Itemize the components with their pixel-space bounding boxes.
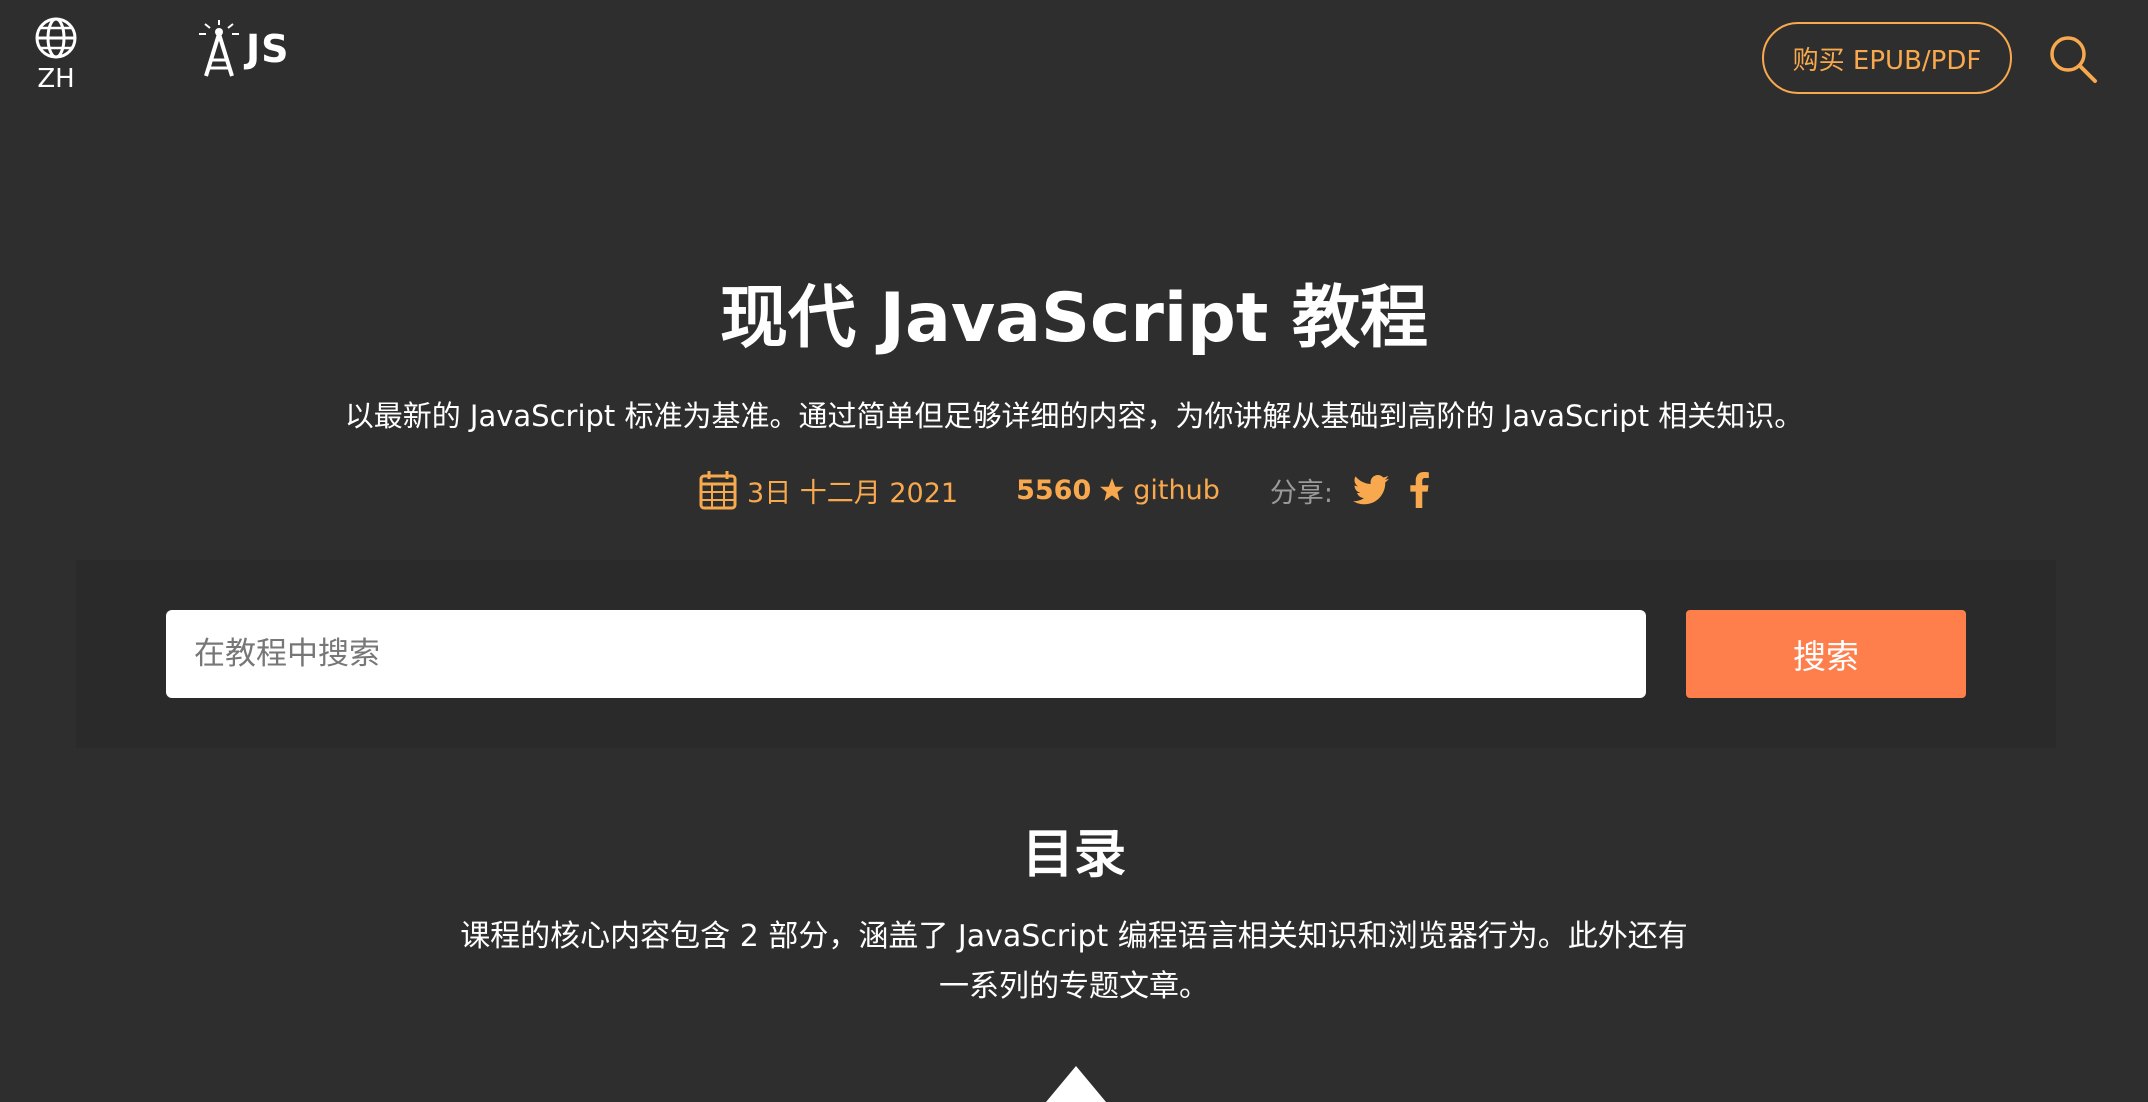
star-icon — [1100, 478, 1125, 501]
update-date: 3日 十二月 2021 — [699, 470, 958, 510]
github-stars-link[interactable]: 5560 github — [1016, 475, 1220, 506]
share-label: 分享: — [1269, 477, 1333, 509]
toc-description-line: 课程的核心内容包含 2 部分，涵盖了 JavaScript 编程语言相关知识和浏… — [460, 919, 1688, 954]
toc-title: 目录 — [1021, 825, 1126, 885]
logo-text: JS — [246, 27, 290, 71]
search-input[interactable] — [166, 610, 1646, 698]
share-facebook-button[interactable] — [1409, 472, 1429, 508]
site-logo[interactable]: JS — [196, 16, 290, 82]
meta-bar: 3日 十二月 2021 5560 github 分享: — [0, 468, 2148, 512]
update-date-text: 3日 十二月 2021 — [747, 477, 959, 509]
language-label: ZH — [37, 64, 75, 94]
buy-epub-pdf-button[interactable]: 购买 EPUB/PDF — [1762, 22, 2012, 94]
star-count: 5560 — [1016, 474, 1092, 506]
globe-icon — [35, 17, 77, 59]
facebook-icon — [1410, 472, 1429, 508]
toc-description: 课程的核心内容包含 2 部分，涵盖了 JavaScript 编程语言相关知识和浏… — [414, 912, 1734, 1012]
page-subtitle: 以最新的 JavaScript 标准为基准。通过简单但足够详细的内容，为你讲解从… — [344, 399, 1804, 433]
calendar-icon — [699, 471, 737, 510]
page-title: 现代 JavaScript 教程 — [719, 279, 1429, 358]
search-button[interactable]: 搜索 — [1686, 610, 1966, 698]
search-toggle-button[interactable] — [2048, 34, 2098, 88]
search-icon — [2050, 36, 2097, 83]
language-switcher[interactable]: ZH — [32, 16, 80, 94]
twitter-icon — [1352, 475, 1389, 505]
toc-description-line: 一系列的专题文章。 — [939, 969, 1209, 1004]
search-panel: 搜索 — [76, 560, 2056, 748]
share-twitter-button[interactable] — [1352, 475, 1389, 505]
github-label: github — [1133, 474, 1220, 506]
site-header: ZH JS 购买 EPUB/PDF — [0, 0, 2148, 110]
tower-logo-icon — [199, 20, 239, 77]
tab-indicator-triangle — [1046, 1066, 1106, 1102]
